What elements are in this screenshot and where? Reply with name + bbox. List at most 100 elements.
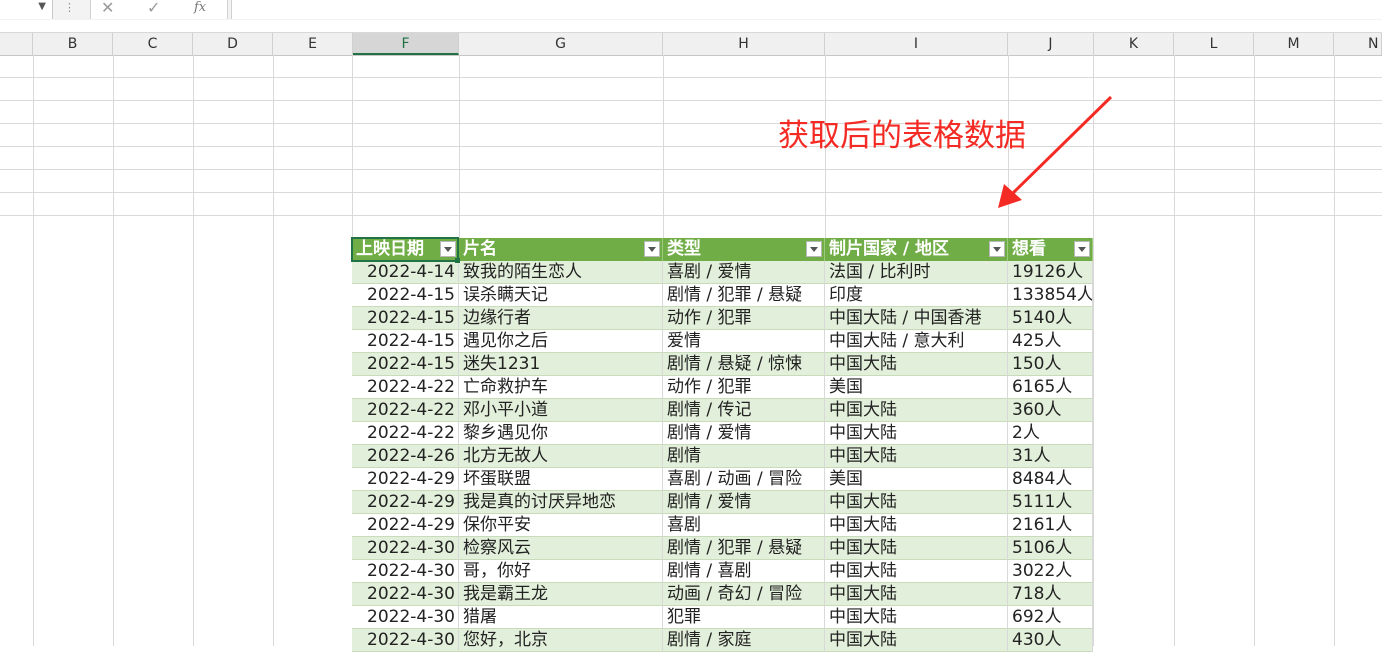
filter-dropdown-icon[interactable] — [806, 241, 822, 257]
title-cell[interactable]: 坏蛋联盟 — [459, 468, 663, 491]
genre-cell[interactable]: 剧情 / 传记 — [663, 399, 825, 422]
date-cell[interactable]: 2022-4-26 — [352, 445, 459, 468]
want-cell[interactable]: 6165人 — [1008, 376, 1093, 399]
genre-cell[interactable]: 剧情 / 悬疑 / 惊悚 — [663, 353, 825, 376]
table-row: 2022-4-15 边缘行者 动作 / 犯罪 中国大陆 / 中国香港 5140人 — [352, 307, 1093, 330]
table-row: 2022-4-29 保你平安 喜剧 中国大陆 2161人 — [352, 514, 1093, 537]
title-cell[interactable]: 误杀瞒天记 — [459, 284, 663, 307]
genre-cell[interactable]: 剧情 / 爱情 — [663, 422, 825, 445]
date-cell[interactable]: 2022-4-30 — [352, 537, 459, 560]
want-cell[interactable]: 718人 — [1008, 583, 1093, 606]
title-cell[interactable]: 北方无故人 — [459, 445, 663, 468]
want-cell[interactable]: 692人 — [1008, 606, 1093, 629]
table-row: 2022-4-29 我是真的讨厌异地恋 剧情 / 爱情 中国大陆 5111人 — [352, 491, 1093, 514]
title-cell[interactable]: 您好，北京 — [459, 629, 663, 652]
region-cell[interactable]: 中国大陆 — [825, 514, 1008, 537]
want-cell[interactable]: 31人 — [1008, 445, 1093, 468]
want-cell[interactable]: 5140人 — [1008, 307, 1093, 330]
title-cell[interactable]: 黎乡遇见你 — [459, 422, 663, 445]
want-cell[interactable]: 133854人 — [1008, 284, 1093, 307]
title-cell[interactable]: 致我的陌生恋人 — [459, 261, 663, 284]
table-row: 2022-4-15 迷失1231 剧情 / 悬疑 / 惊悚 中国大陆 150人 — [352, 353, 1093, 376]
genre-cell[interactable]: 剧情 / 喜剧 — [663, 560, 825, 583]
want-cell[interactable]: 2161人 — [1008, 514, 1093, 537]
header-cell-title[interactable]: 片名 — [459, 238, 663, 261]
filter-dropdown-icon[interactable] — [644, 241, 660, 257]
title-cell[interactable]: 遇见你之后 — [459, 330, 663, 353]
want-cell[interactable]: 5106人 — [1008, 537, 1093, 560]
title-cell[interactable]: 我是霸王龙 — [459, 583, 663, 606]
genre-cell[interactable]: 剧情 / 家庭 — [663, 629, 825, 652]
date-cell[interactable]: 2022-4-29 — [352, 491, 459, 514]
title-cell[interactable]: 猎屠 — [459, 606, 663, 629]
fill-handle[interactable] — [455, 258, 460, 263]
date-cell[interactable]: 2022-4-15 — [352, 307, 459, 330]
header-cell-genre[interactable]: 类型 — [663, 238, 825, 261]
filter-dropdown-icon[interactable] — [1074, 241, 1090, 257]
genre-cell[interactable]: 剧情 / 犯罪 / 悬疑 — [663, 284, 825, 307]
title-cell[interactable]: 检察风云 — [459, 537, 663, 560]
genre-cell[interactable]: 喜剧 — [663, 514, 825, 537]
want-cell[interactable]: 360人 — [1008, 399, 1093, 422]
date-cell[interactable]: 2022-4-22 — [352, 422, 459, 445]
region-cell[interactable]: 中国大陆 — [825, 491, 1008, 514]
date-cell[interactable]: 2022-4-15 — [352, 330, 459, 353]
genre-cell[interactable]: 动作 / 犯罪 — [663, 307, 825, 330]
table-header-row: 上映日期 片名 类型 制片国家 / 地区 想看 — [352, 238, 1093, 261]
want-cell[interactable]: 150人 — [1008, 353, 1093, 376]
title-cell[interactable]: 迷失1231 — [459, 353, 663, 376]
date-cell[interactable]: 2022-4-29 — [352, 514, 459, 537]
region-cell[interactable]: 中国大陆 — [825, 353, 1008, 376]
title-cell[interactable]: 我是真的讨厌异地恋 — [459, 491, 663, 514]
region-cell[interactable]: 中国大陆 — [825, 537, 1008, 560]
filter-dropdown-icon[interactable] — [989, 241, 1005, 257]
region-cell[interactable]: 中国大陆 / 中国香港 — [825, 307, 1008, 330]
date-cell[interactable]: 2022-4-14 — [352, 261, 459, 284]
genre-cell[interactable]: 剧情 / 犯罪 / 悬疑 — [663, 537, 825, 560]
date-cell[interactable]: 2022-4-15 — [352, 284, 459, 307]
date-cell[interactable]: 2022-4-30 — [352, 560, 459, 583]
date-cell[interactable]: 2022-4-30 — [352, 583, 459, 606]
region-cell[interactable]: 中国大陆 — [825, 629, 1008, 652]
region-cell[interactable]: 美国 — [825, 376, 1008, 399]
date-cell[interactable]: 2022-4-30 — [352, 606, 459, 629]
want-cell[interactable]: 8484人 — [1008, 468, 1093, 491]
region-cell[interactable]: 美国 — [825, 468, 1008, 491]
genre-cell[interactable]: 喜剧 / 动画 / 冒险 — [663, 468, 825, 491]
genre-cell[interactable]: 剧情 / 爱情 — [663, 491, 825, 514]
want-cell[interactable]: 2人 — [1008, 422, 1093, 445]
title-cell[interactable]: 保你平安 — [459, 514, 663, 537]
genre-cell[interactable]: 爱情 — [663, 330, 825, 353]
genre-cell[interactable]: 犯罪 — [663, 606, 825, 629]
genre-cell[interactable]: 动作 / 犯罪 — [663, 376, 825, 399]
want-cell[interactable]: 425人 — [1008, 330, 1093, 353]
region-cell[interactable]: 中国大陆 — [825, 399, 1008, 422]
want-cell[interactable]: 5111人 — [1008, 491, 1093, 514]
region-cell[interactable]: 中国大陆 — [825, 606, 1008, 629]
want-cell[interactable]: 430人 — [1008, 629, 1093, 652]
region-cell[interactable]: 法国 / 比利时 — [825, 261, 1008, 284]
region-cell[interactable]: 中国大陆 — [825, 445, 1008, 468]
date-cell[interactable]: 2022-4-29 — [352, 468, 459, 491]
region-cell[interactable]: 中国大陆 / 意大利 — [825, 330, 1008, 353]
genre-cell[interactable]: 剧情 — [663, 445, 825, 468]
date-cell[interactable]: 2022-4-22 — [352, 376, 459, 399]
region-cell[interactable]: 印度 — [825, 284, 1008, 307]
region-cell[interactable]: 中国大陆 — [825, 422, 1008, 445]
date-cell[interactable]: 2022-4-30 — [352, 629, 459, 652]
genre-cell[interactable]: 动画 / 奇幻 / 冒险 — [663, 583, 825, 606]
title-cell[interactable]: 亡命救护车 — [459, 376, 663, 399]
want-cell[interactable]: 3022人 — [1008, 560, 1093, 583]
title-cell[interactable]: 邓小平小道 — [459, 399, 663, 422]
region-cell[interactable]: 中国大陆 — [825, 560, 1008, 583]
title-cell[interactable]: 哥，你好 — [459, 560, 663, 583]
filter-dropdown-icon[interactable] — [440, 241, 456, 257]
want-cell[interactable]: 19126人 — [1008, 261, 1093, 284]
region-cell[interactable]: 中国大陆 — [825, 583, 1008, 606]
date-cell[interactable]: 2022-4-22 — [352, 399, 459, 422]
date-cell[interactable]: 2022-4-15 — [352, 353, 459, 376]
genre-cell[interactable]: 喜剧 / 爱情 — [663, 261, 825, 284]
title-cell[interactable]: 边缘行者 — [459, 307, 663, 330]
header-cell-region[interactable]: 制片国家 / 地区 — [825, 238, 1008, 261]
table-row: 2022-4-29 坏蛋联盟 喜剧 / 动画 / 冒险 美国 8484人 — [352, 468, 1093, 491]
